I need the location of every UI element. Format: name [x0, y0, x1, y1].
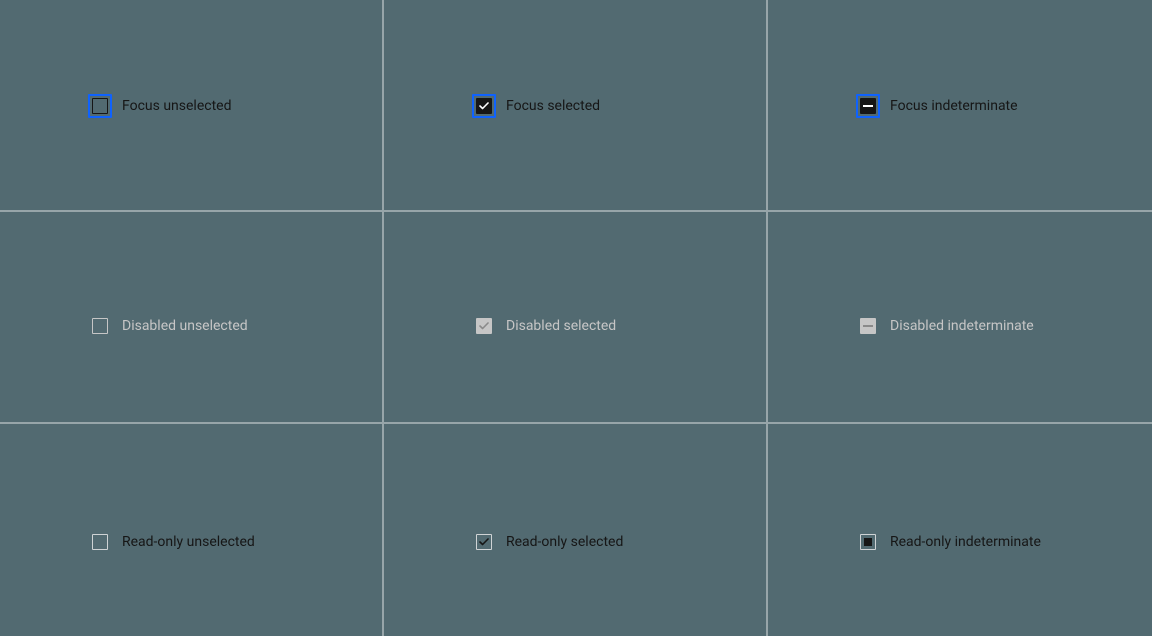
checkbox-focus-selected[interactable]: Focus selected	[472, 94, 600, 118]
checkbox-box	[856, 314, 880, 338]
checkbox-indeterminate-icon	[860, 534, 876, 550]
cell-disabled-indeterminate: Disabled indeterminate	[768, 212, 1152, 424]
minus-icon	[864, 538, 872, 546]
checkbox-readonly-indeterminate: Read-only indeterminate	[856, 530, 1041, 554]
cell-readonly-selected: Read-only selected	[384, 424, 768, 636]
focus-ring	[472, 94, 496, 118]
focus-ring	[856, 94, 880, 118]
checkbox-label: Disabled unselected	[122, 316, 248, 336]
checkbox-box	[472, 530, 496, 554]
checkbox-label: Disabled indeterminate	[890, 316, 1034, 336]
checkbox-checked-icon	[476, 318, 492, 334]
checkbox-box	[856, 530, 880, 554]
checkmark-icon	[479, 322, 489, 330]
checkbox-box	[88, 94, 112, 118]
checkbox-checked-icon	[476, 534, 492, 550]
checkbox-label: Disabled selected	[506, 316, 616, 336]
checkbox-unchecked-icon	[92, 534, 108, 550]
checkbox-readonly-unselected: Read-only unselected	[88, 530, 255, 554]
cell-focus-indeterminate: Focus indeterminate	[768, 0, 1152, 212]
checkbox-label: Focus selected	[506, 96, 600, 116]
checkbox-states-grid: Focus unselected Focus selected	[0, 0, 1152, 636]
checkbox-disabled-indeterminate: Disabled indeterminate	[856, 314, 1034, 338]
checkmark-icon	[479, 538, 489, 546]
cell-disabled-selected: Disabled selected	[384, 212, 768, 424]
checkbox-readonly-selected: Read-only selected	[472, 530, 623, 554]
checkbox-indeterminate-icon	[860, 318, 876, 334]
cell-focus-unselected: Focus unselected	[0, 0, 384, 212]
checkbox-label: Focus indeterminate	[890, 96, 1018, 116]
focus-ring	[88, 94, 112, 118]
checkbox-box	[856, 94, 880, 118]
checkbox-unchecked-icon	[92, 318, 108, 334]
checkbox-focus-unselected[interactable]: Focus unselected	[88, 94, 231, 118]
cell-focus-selected: Focus selected	[384, 0, 768, 212]
checkbox-box	[88, 314, 112, 338]
checkbox-label: Read-only indeterminate	[890, 532, 1041, 552]
checkbox-focus-indeterminate[interactable]: Focus indeterminate	[856, 94, 1018, 118]
checkbox-label: Read-only selected	[506, 532, 623, 552]
checkbox-disabled-selected: Disabled selected	[472, 314, 616, 338]
checkbox-disabled-unselected: Disabled unselected	[88, 314, 248, 338]
checkbox-box	[472, 314, 496, 338]
cell-disabled-unselected: Disabled unselected	[0, 212, 384, 424]
checkbox-label: Focus unselected	[122, 96, 231, 116]
checkbox-box	[88, 530, 112, 554]
cell-readonly-unselected: Read-only unselected	[0, 424, 384, 636]
checkbox-label: Read-only unselected	[122, 532, 255, 552]
checkbox-box	[472, 94, 496, 118]
minus-icon	[863, 325, 873, 327]
cell-readonly-indeterminate: Read-only indeterminate	[768, 424, 1152, 636]
